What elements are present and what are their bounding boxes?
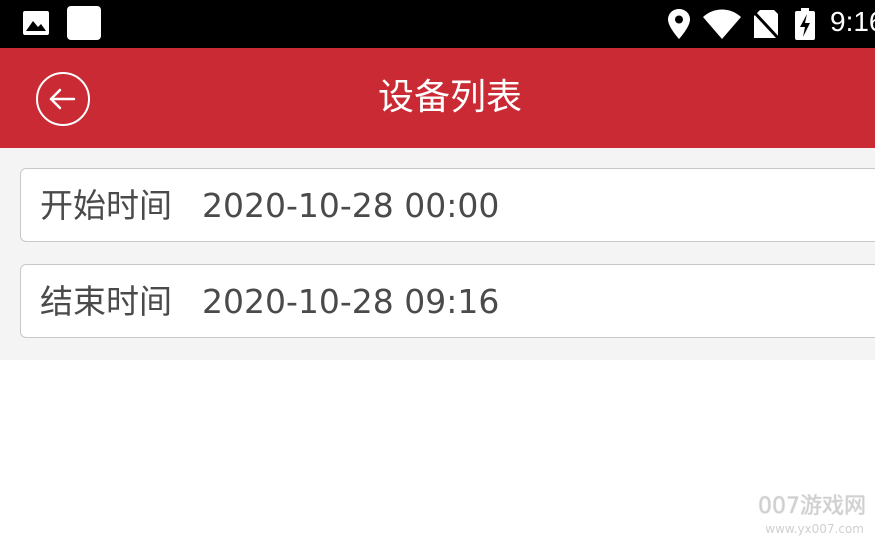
watermark-name: 007游戏网 <box>758 494 866 519</box>
watermark-url: www.yx007.com <box>765 522 864 536</box>
watermark: 007游戏网 www.yx007.com <box>744 488 872 542</box>
start-time-value: 2020-10-28 00:00 <box>202 186 500 225</box>
battery-charging-icon <box>794 8 816 44</box>
no-sim-icon <box>751 8 781 44</box>
end-time-label: 结束时间 <box>40 282 172 321</box>
end-time-field[interactable]: 结束时间 2020-10-28 09:16 <box>20 264 875 338</box>
app-bar: 设备列表 <box>0 48 875 148</box>
image-icon <box>22 9 50 41</box>
location-icon <box>667 8 691 44</box>
page-title: 设备列表 <box>377 77 522 118</box>
app-icon <box>67 6 101 44</box>
status-time: 9:16 <box>830 6 875 37</box>
time-filter-panel: 开始时间 2020-10-28 00:00 结束时间 2020-10-28 09… <box>0 148 875 360</box>
end-time-value: 2020-10-28 09:16 <box>202 282 500 321</box>
status-bar: 9:16 <box>0 0 875 48</box>
start-time-field[interactable]: 开始时间 2020-10-28 00:00 <box>20 168 875 242</box>
wifi-icon <box>702 8 742 44</box>
start-time-label: 开始时间 <box>40 186 172 225</box>
